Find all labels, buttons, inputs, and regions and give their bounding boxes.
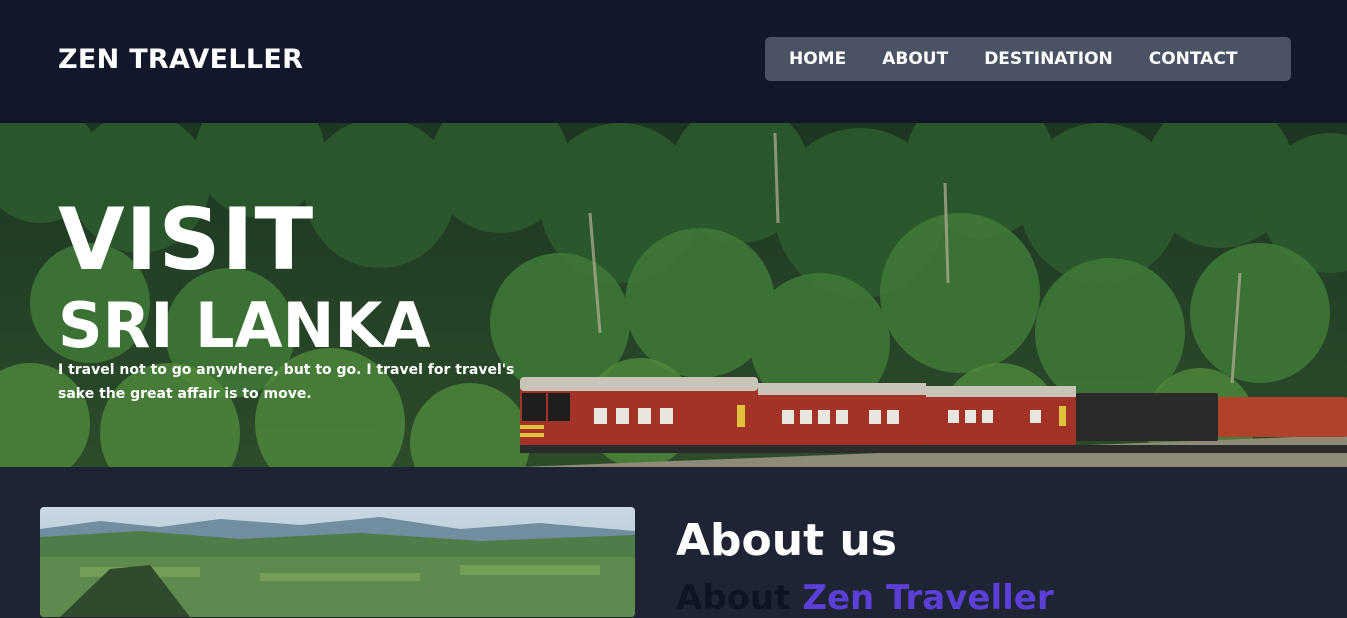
site-header: ZEN TRAVELLER HOME ABOUT DESTINATION CON…: [0, 0, 1347, 123]
hero-title-visit: VISIT: [58, 190, 315, 290]
about-landscape-image: [40, 507, 635, 617]
nav-destination-link[interactable]: DESTINATION: [984, 49, 1113, 69]
hero-banner: VISIT SRI LANKA I travel not to go anywh…: [0, 123, 1347, 467]
about-sub-prefix: About: [676, 578, 803, 618]
about-subheading: About Zen Traveller: [676, 578, 1054, 618]
about-sub-brand: Zen Traveller: [802, 578, 1054, 618]
landscape-picture: [40, 507, 635, 617]
main-nav: HOME ABOUT DESTINATION CONTACT: [765, 37, 1291, 81]
about-heading: About us: [676, 515, 897, 566]
hero-title-destination: SRI LANKA: [58, 289, 431, 362]
site-logo[interactable]: ZEN TRAVELLER: [58, 44, 303, 75]
nav-about-link[interactable]: ABOUT: [882, 49, 948, 69]
nav-home-link[interactable]: HOME: [789, 49, 846, 69]
hero-tagline: I travel not to go anywhere, but to go. …: [58, 362, 515, 402]
nav-contact-link[interactable]: CONTACT: [1149, 49, 1238, 69]
